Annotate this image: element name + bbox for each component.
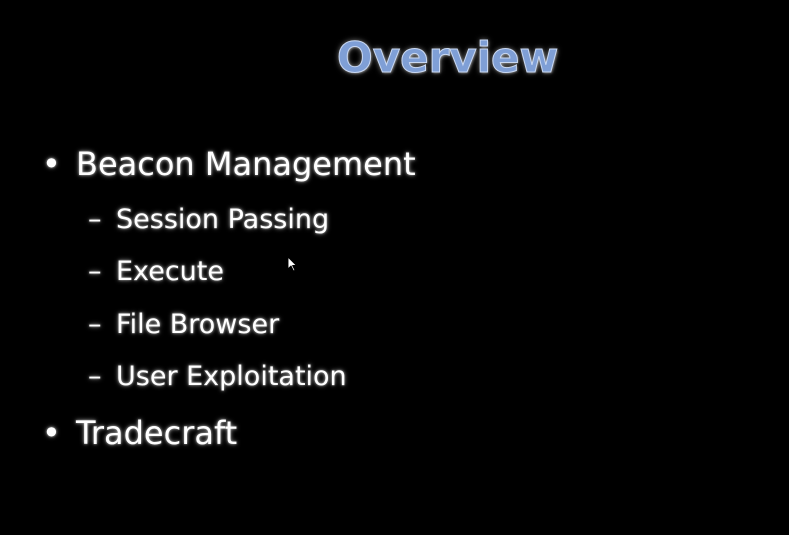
arrow-cursor-icon [287,256,297,272]
sub-bullet-label: Execute [116,256,224,287]
bullet-label: Tradecraft [76,414,238,452]
sub-bullet-file-browser: – File Browser [88,308,280,342]
bullet-item-beacon-management: • Beacon Management [42,144,416,184]
sub-bullet-label: User Exploitation [116,361,347,392]
bullet-item-tradecraft: • Tradecraft [42,413,238,453]
bullet-marker: • [42,145,61,183]
sub-bullet-execute: – Execute [88,255,224,289]
bullet-label: Beacon Management [76,145,416,183]
sub-bullet-marker: – [88,309,102,340]
sub-bullet-label: Session Passing [116,204,330,235]
sub-bullet-marker: – [88,204,102,235]
presentation-slide: Overview • Beacon Management – Session P… [0,0,789,535]
sub-bullet-label: File Browser [116,309,280,340]
sub-bullet-marker: – [88,361,102,392]
sub-bullet-user-exploitation: – User Exploitation [88,360,347,394]
bullet-marker: • [42,414,61,452]
sub-bullet-marker: – [88,256,102,287]
slide-title: Overview [336,33,559,83]
sub-bullet-session-passing: – Session Passing [88,203,330,237]
